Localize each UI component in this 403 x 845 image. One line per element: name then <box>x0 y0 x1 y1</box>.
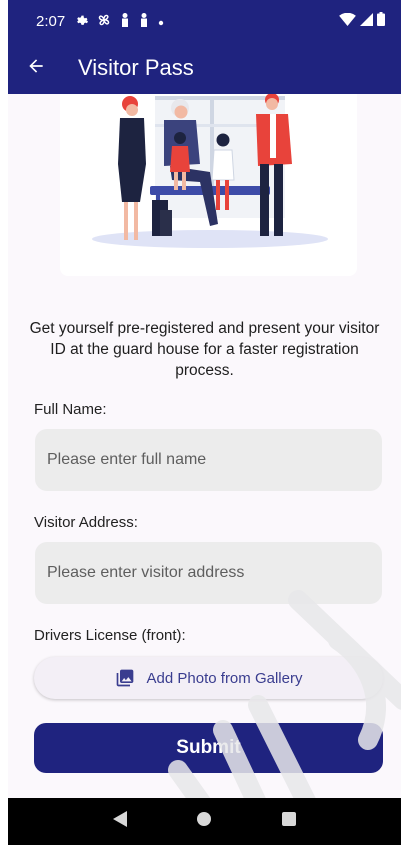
signal-icon <box>360 12 373 30</box>
wifi-icon <box>339 12 356 30</box>
drivers-license-label: Drivers License (front): <box>34 627 186 644</box>
settings-icon <box>75 14 89 29</box>
family-visitors-illustration <box>92 93 328 248</box>
photo-library-icon <box>115 668 135 688</box>
person-icon <box>139 13 149 29</box>
arrow-left-icon <box>26 56 46 81</box>
submit-button[interactable]: Submit <box>34 723 383 773</box>
visitor-address-input[interactable] <box>35 542 382 604</box>
add-photo-button-label: Add Photo from Gallery <box>146 669 303 687</box>
app-screen: 2:07 Visitor Pass Get yourself pre-regis… <box>8 0 401 845</box>
person-icon <box>120 13 130 29</box>
visitor-address-label: Visitor Address: <box>34 514 138 531</box>
full-name-label: Full Name: <box>34 401 107 418</box>
full-name-input[interactable] <box>35 429 382 491</box>
add-photo-from-gallery-button[interactable]: Add Photo from Gallery <box>34 657 383 699</box>
fan-icon <box>97 13 111 29</box>
recents-square-icon[interactable] <box>282 812 297 831</box>
app-bar: Visitor Pass <box>8 42 401 94</box>
back-button[interactable] <box>8 42 64 94</box>
system-nav-bar <box>8 798 401 845</box>
status-time: 2:07 <box>36 12 66 30</box>
dot-icon <box>158 14 164 28</box>
hero-illustration <box>60 93 357 276</box>
intro-text: Get yourself pre-registered and present … <box>29 320 380 379</box>
status-right-icons <box>339 12 385 30</box>
home-circle-icon[interactable] <box>196 811 212 832</box>
status-bar: 2:07 <box>8 0 401 42</box>
battery-icon <box>377 12 385 30</box>
back-triangle-icon[interactable] <box>112 811 127 832</box>
page-title: Visitor Pass <box>78 55 194 80</box>
